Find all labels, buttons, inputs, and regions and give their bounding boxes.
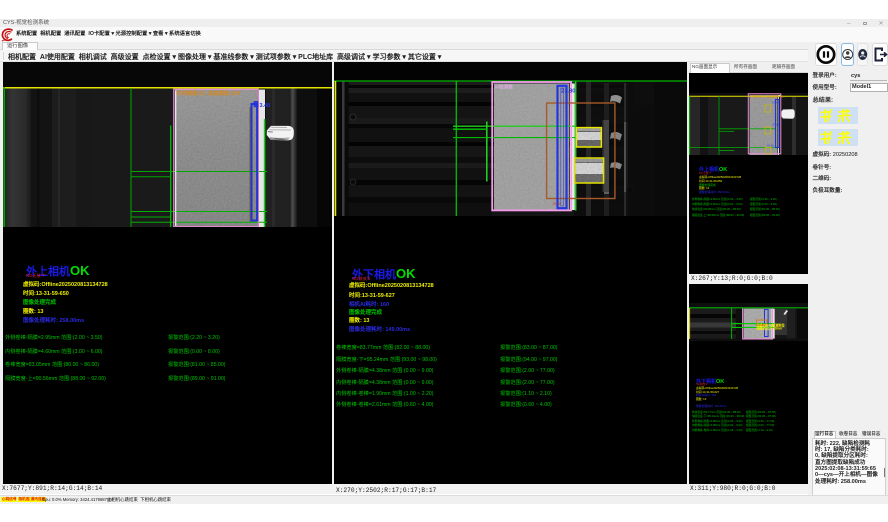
svg-text:93.48: 93.48 [772, 101, 779, 105]
svg-text:AI检测框: AI检测框 [495, 84, 514, 91]
svg-text:灯杆阈值:93, 动态阈值:100: 灯杆阈值:93, 动态阈值:100 [177, 90, 240, 97]
svg-text:93.48: 93.48 [767, 144, 774, 148]
svg-text:灯杆阈值:93,动态阈值:100: 灯杆阈值:93,动态阈值:100 [750, 94, 785, 99]
svg-text:RL:9: RL:9 [553, 202, 560, 206]
svg-text:3.48: 3.48 [260, 103, 271, 109]
svg-text:93.48: 93.48 [772, 123, 779, 127]
svg-text:隔膜走位:0.33mm: 隔膜走位:0.33mm [757, 326, 783, 331]
svg-text:23.80: 23.80 [561, 89, 576, 95]
